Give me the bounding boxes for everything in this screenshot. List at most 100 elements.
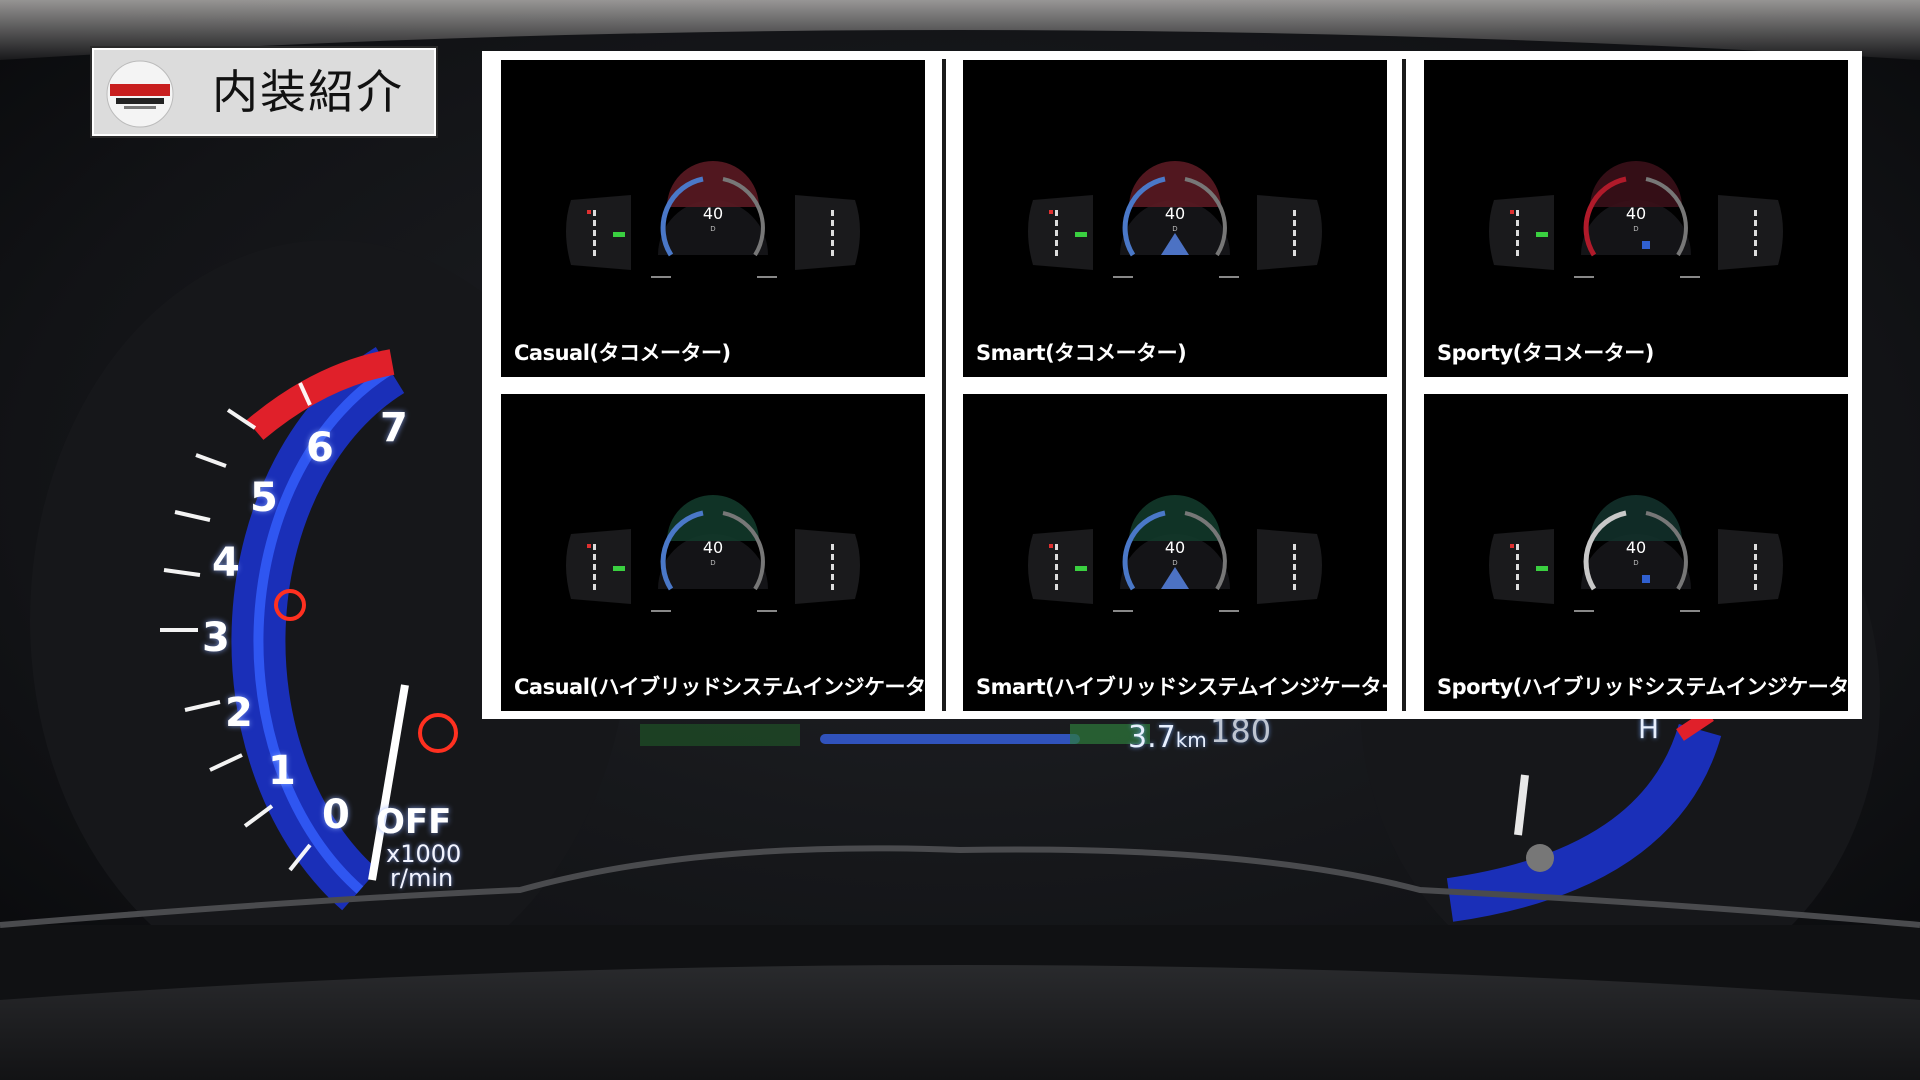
mini-cluster-graphic: 40 D [1028,161,1322,278]
meter-preview-sporty-tachometer: 40 D Sporty(タコメーター) [1424,60,1848,377]
left-pod-tick [593,554,596,560]
tach-number-0: 0 [322,792,350,838]
left-pod-tick [1516,574,1519,580]
distance-unit: km [1175,728,1207,752]
tach-number-5: 5 [250,475,278,521]
right-pod-tick [1293,554,1296,560]
distance-value: 3.7 [1128,720,1176,755]
meter-preview-label: Sporty(タコメーター) [1437,341,1654,365]
right-pod-tick [1754,250,1757,256]
left-pod-tick [1055,220,1058,226]
left-pod-warning [587,210,591,214]
right-pod-tick [1754,240,1757,246]
right-pod-tick [1293,230,1296,236]
distance-readout: 3.7km [1128,720,1207,755]
right-pod-tick [831,554,834,560]
right-pod-tick [1293,584,1296,590]
column-divider-1 [942,59,946,711]
dial-top-tint [1590,161,1682,207]
right-pod-tick [1293,250,1296,256]
mini-cluster-graphic: 40 D [1028,495,1322,612]
right-pod-tick [831,584,834,590]
tach-number-3: 3 [202,615,230,661]
page-title: 内装紹介 [212,65,404,119]
left-pod-tick [1516,554,1519,560]
right-pod-tick [1293,240,1296,246]
meter-preview-label: Casual(タコメーター) [514,341,731,365]
meter-preview-label: Casual(ハイブリッドシステムインジケーター) [514,675,925,699]
left-pod-tick [1055,564,1058,570]
dial-top-tint [667,495,759,541]
left-pod-tick [593,564,596,570]
left-pod-tick [593,240,596,246]
left-pod-tick [1516,230,1519,236]
mini-info-bar [757,276,777,278]
left-pod-tick [1516,240,1519,246]
meter-style-grid: 40 D Casual(タコメーター) 40 D Smart(タコメーター) 40 D… [482,51,1862,719]
left-pod-tick [593,584,596,590]
right-pod-tick [831,220,834,226]
mini-info-bar [757,610,777,612]
mini-info-bar [1219,276,1239,278]
left-pod-tick [593,220,596,226]
left-pod-tick [1055,210,1058,216]
left-pod-warning [1510,544,1514,548]
right-pod-tick [1754,210,1757,216]
right-pod-tick [1754,564,1757,570]
right-pod-tick [1754,574,1757,580]
column-divider-2 [1402,59,1406,711]
right-pod-tick [1754,584,1757,590]
left-pod-tick [1516,210,1519,216]
off-label: OFF [376,802,452,842]
right-pod-tick [1293,574,1296,580]
left-pod-tick [1055,584,1058,590]
eco-indicator [613,566,625,571]
right-pod-tick [831,250,834,256]
unit-label-rmin: r/min [390,864,454,892]
right-pod-tick [1293,544,1296,550]
dial-top-tint [1129,495,1221,541]
left-pod-tick [593,544,596,550]
right-pod-tick [1293,220,1296,226]
tach-number-7: 7 [380,405,408,451]
left-pod-tick [1516,584,1519,590]
left-pod-tick [1516,564,1519,570]
left-pod-tick [1055,250,1058,256]
dial-top-tint [667,161,759,207]
mini-cluster-graphic: 40 D [566,495,860,612]
left-pod-tick [1055,230,1058,236]
mini-info-bar [1219,610,1239,612]
mini-speed-readout: 40 [703,204,723,223]
mini-gear-readout: D [1172,225,1177,233]
mini-speed-readout: 40 [1165,204,1185,223]
mini-speed-readout: 40 [1626,204,1646,223]
hybrid-mini-indicator [1642,241,1650,249]
hybrid-mini-indicator [1642,575,1650,583]
mini-speed-readout: 40 [703,538,723,557]
mini-info-bar [1113,276,1133,278]
left-pod-tick [1055,240,1058,246]
mini-gear-readout: D [1172,559,1177,567]
meter-preview-label: Sporty(ハイブリッドシステムインジケーター) [1437,675,1848,699]
title-badge: 内装紹介 [92,48,436,136]
mini-info-bar [651,276,671,278]
right-pod-tick [1754,220,1757,226]
right-pod-tick [831,240,834,246]
right-pod-tick [1754,230,1757,236]
left-pod-warning [1510,210,1514,214]
meter-preview-label: Smart(ハイブリッドシステムインジケーター) [976,675,1387,699]
left-pod-tick [1516,544,1519,550]
right-pod-tick [1293,210,1296,216]
right-pod-tick [831,230,834,236]
mini-gear-readout: D [710,559,715,567]
right-pod [1718,529,1783,604]
eco-indicator [613,232,625,237]
left-pod-tick [593,210,596,216]
mini-info-bar [1680,610,1700,612]
unit-label-x1000: x1000 [386,840,462,868]
right-pod [1718,195,1783,270]
tach-number-4: 4 [212,540,240,586]
dial-top-tint [1590,495,1682,541]
meter-preview-label: Smart(タコメーター) [976,341,1187,365]
left-pod-tick [1516,220,1519,226]
